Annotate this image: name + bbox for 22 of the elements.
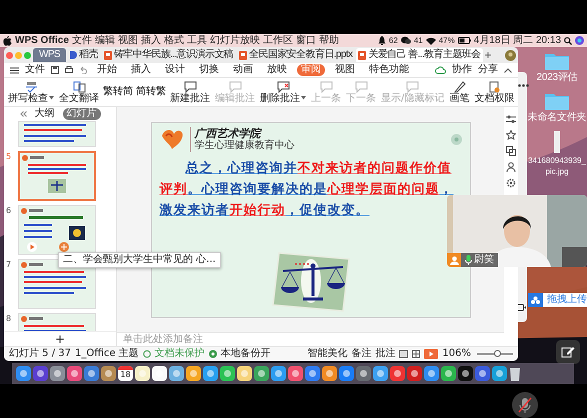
battery-icon[interactable]: [458, 37, 471, 44]
muted-microphone-icon[interactable]: [512, 392, 538, 418]
bell-icon[interactable]: [378, 36, 386, 45]
chat-icon[interactable]: [400, 36, 411, 45]
menu-item[interactable]: 视图: [118, 34, 138, 46]
menu-item[interactable]: 工具: [186, 34, 207, 46]
menu-item[interactable]: 帮助: [318, 34, 339, 46]
wifi-icon[interactable]: [426, 36, 436, 44]
battery-percent: 47%: [438, 34, 455, 46]
menu-item[interactable]: 格式: [164, 34, 184, 46]
menu-clock[interactable]: 4月18日 周二 20:13: [474, 34, 561, 46]
apple-icon[interactable]: [3, 36, 12, 46]
menu-item[interactable]: 窗口: [296, 34, 316, 46]
notification-count: 62: [388, 34, 398, 46]
menu-item[interactable]: 编辑: [94, 34, 115, 46]
menu-item[interactable]: 工作区: [262, 34, 293, 46]
app-menu[interactable]: WPS Office: [15, 34, 69, 46]
notification-count: 41: [414, 34, 423, 46]
search-icon[interactable]: [564, 36, 572, 44]
menu-item[interactable]: 幻灯片放映: [210, 34, 260, 46]
menu-item[interactable]: 文件: [72, 34, 92, 46]
menu-item[interactable]: 插入: [140, 34, 161, 46]
